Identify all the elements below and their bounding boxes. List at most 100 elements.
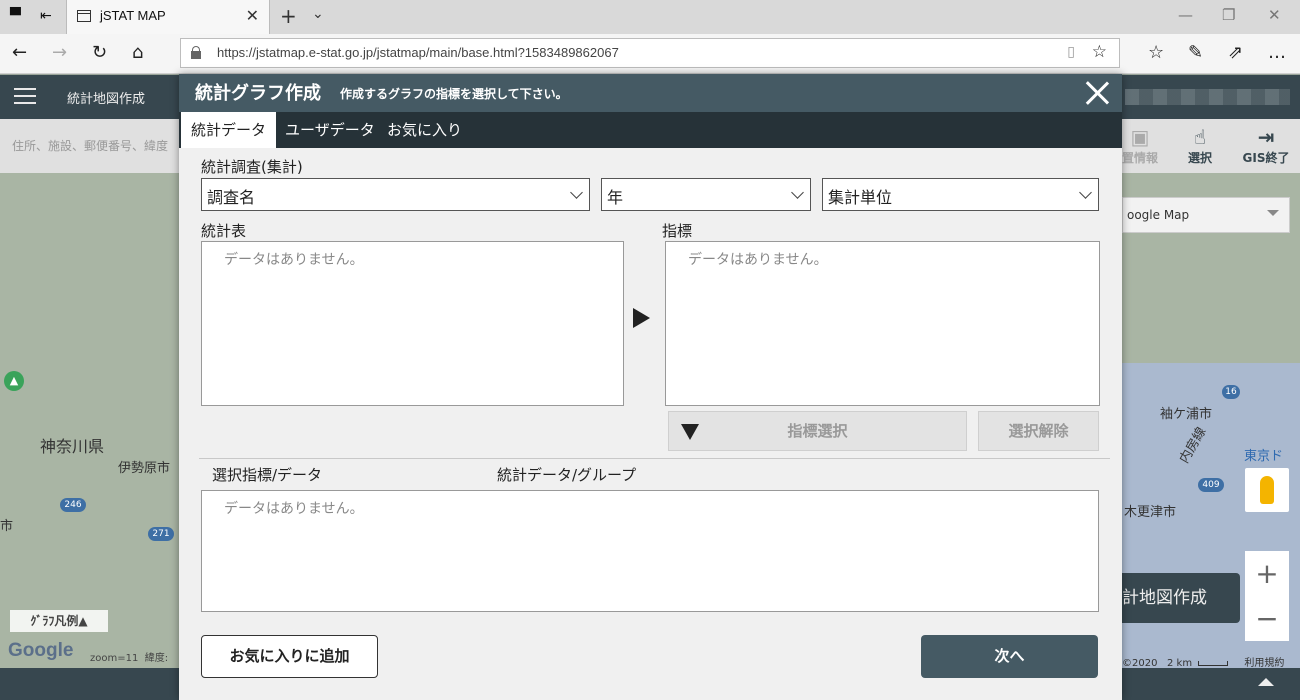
tab-statistical-data[interactable]: 統計データ xyxy=(181,112,277,148)
unit-value: 集計単位 xyxy=(828,188,893,207)
graph-legend-button[interactable]: ｸﾞﾗﾌ凡例▲ xyxy=(10,610,108,632)
map-label-isehara: 伊勢原市 xyxy=(118,461,171,476)
scale-bar xyxy=(1198,660,1229,666)
home-icon[interactable]: ⌂ xyxy=(132,42,143,63)
dialog-header: 統計グラフ作成 作成するグラフの指標を選択して下さい。 xyxy=(179,74,1122,112)
scale-text: 2 km xyxy=(1167,658,1193,668)
map-type-value: oogle Map xyxy=(1127,208,1190,222)
road-badge: 16 xyxy=(1222,385,1240,399)
forward-icon[interactable]: → xyxy=(52,42,67,63)
tab-close-icon[interactable]: ✕ xyxy=(246,6,259,25)
blurred-user-info xyxy=(1125,89,1290,105)
survey-name-select[interactable]: 調査名 xyxy=(201,178,590,211)
map-create-button[interactable]: 計地図作成 xyxy=(1122,573,1240,623)
dialog-tabs: 統計データ ユーザデータ お気に入り xyxy=(179,112,1122,148)
empty-message: データはありません。 xyxy=(224,252,364,268)
map-label-kisarazu: 木更津市 xyxy=(1124,505,1177,520)
url-text[interactable]: https://jstatmap.e-stat.go.jp/jstatmap/m… xyxy=(217,45,619,60)
favorites-icon[interactable]: ☆ xyxy=(1148,42,1164,63)
google-logo: Google xyxy=(8,640,74,661)
indicator-select-button[interactable]: 指標選択 xyxy=(668,411,967,451)
terms-link[interactable]: 利用規約 xyxy=(1244,658,1284,668)
map-label-kanagawa: 神奈川県 xyxy=(40,437,105,456)
browser-nav-bar: ← → ↻ ⌂ https://jstatmap.e-stat.go.jp/js… xyxy=(0,34,1300,74)
mountain-pin-icon[interactable]: ▲ xyxy=(4,371,24,391)
table-label: 統計表 xyxy=(201,222,247,240)
tab-actions-icon[interactable]: ▀ xyxy=(10,8,21,24)
page-favicon-icon xyxy=(77,10,91,22)
chevron-down-icon xyxy=(1079,186,1092,199)
data-group-header: 統計データ/グループ xyxy=(497,466,637,484)
pen-icon[interactable]: ✎ xyxy=(1188,42,1203,63)
map-label-city: 市 xyxy=(0,519,14,534)
zoom-control: + − xyxy=(1245,551,1289,641)
select-tool-button[interactable]: ☝ 選択 xyxy=(1172,125,1228,166)
indicator-select-label: 指標選択 xyxy=(787,422,848,440)
copyright-text: ©2020 xyxy=(1122,658,1158,668)
zoom-out-icon[interactable]: − xyxy=(1245,596,1289,641)
new-tab-icon[interactable]: + xyxy=(280,4,297,28)
add-favorite-button[interactable]: お気に入りに追加 xyxy=(201,635,378,678)
dialog-title: 統計グラフ作成 xyxy=(195,83,321,104)
empty-message: データはありません。 xyxy=(688,252,828,268)
back-icon[interactable]: ← xyxy=(12,42,27,63)
select-tool-label: 選択 xyxy=(1187,151,1212,165)
refresh-icon[interactable]: ↻ xyxy=(92,42,107,63)
favorite-star-icon[interactable]: ☆ xyxy=(1092,42,1107,62)
indicator-label: 指標 xyxy=(662,222,693,240)
search-input[interactable]: 住所、施設、郵便番号、緯度 xyxy=(0,119,180,173)
map-attribution: ©2020 2 km 利用規約 xyxy=(1122,654,1284,668)
chevron-down-icon xyxy=(791,186,804,199)
year-select[interactable]: 年 xyxy=(601,178,811,211)
exit-icon: ⇥ xyxy=(1257,125,1275,149)
window-close-icon[interactable]: ✕ xyxy=(1268,6,1281,24)
set-aside-tabs-icon[interactable]: ⇤ xyxy=(40,8,52,24)
survey-label: 統計調査(集計) xyxy=(201,158,303,176)
more-icon[interactable]: … xyxy=(1268,42,1286,63)
road-badge: 246 xyxy=(60,498,86,512)
location-tool-label: 置情報 xyxy=(1121,151,1158,165)
survey-name-value: 調査名 xyxy=(207,188,256,207)
indicator-list[interactable]: データはありません。 xyxy=(665,241,1100,406)
hand-pointer-icon: ☝ xyxy=(1193,125,1207,149)
unit-select[interactable]: 集計単位 xyxy=(822,178,1099,211)
selected-indicator-header: 選択指標/データ xyxy=(212,466,323,484)
arrow-down-icon xyxy=(681,424,699,440)
address-bar[interactable]: https://jstatmap.e-stat.go.jp/jstatmap/m… xyxy=(180,38,1120,68)
gis-exit-label: GIS終了 xyxy=(1242,151,1290,165)
road-badge: 271 xyxy=(148,527,174,541)
street-view-pegman-icon[interactable] xyxy=(1245,468,1289,512)
chevron-down-icon xyxy=(570,186,583,199)
tab-list-chevron-icon[interactable]: ⌄ xyxy=(312,6,324,22)
gis-exit-button[interactable]: ⇥ GIS終了 xyxy=(1238,125,1294,166)
latlng-text: 緯度: xyxy=(144,653,169,664)
zoom-level: zoom=11 緯度: xyxy=(90,649,168,664)
hamburger-menu-icon[interactable] xyxy=(14,88,36,104)
deselect-button[interactable]: 選択解除 xyxy=(978,411,1099,451)
empty-message: データはありません。 xyxy=(224,501,364,517)
search-placeholder: 住所、施設、郵便番号、緯度 xyxy=(12,139,169,153)
next-button[interactable]: 次へ xyxy=(921,635,1098,678)
reading-view-icon[interactable]: ▯ xyxy=(1067,44,1075,60)
map-label-tokyo: 東京ド xyxy=(1244,449,1284,464)
browser-tab[interactable]: jSTAT MAP ✕ xyxy=(66,0,270,34)
zoom-in-icon[interactable]: + xyxy=(1245,551,1289,596)
road-badge: 409 xyxy=(1198,478,1224,492)
zoom-text: zoom=11 xyxy=(90,653,139,664)
divider xyxy=(199,458,1110,459)
tab-favorites[interactable]: お気に入り xyxy=(377,112,472,148)
close-icon[interactable] xyxy=(1084,80,1110,106)
map-type-dropdown[interactable]: oogle Map xyxy=(1122,197,1290,233)
tab-user-data[interactable]: ユーザデータ xyxy=(275,112,385,148)
restore-icon[interactable]: ❐ xyxy=(1222,6,1235,24)
year-value: 年 xyxy=(607,188,624,207)
table-list[interactable]: データはありません。 xyxy=(201,241,624,406)
share-icon[interactable]: ⇗ xyxy=(1228,42,1243,63)
menu-title[interactable]: 統計地図作成 xyxy=(67,88,145,107)
map-label-sodegaura: 袖ケ浦市 xyxy=(1160,407,1213,422)
move-right-icon[interactable] xyxy=(633,308,650,328)
expand-up-icon[interactable] xyxy=(1258,678,1274,686)
tab-title: jSTAT MAP xyxy=(100,8,166,23)
minimize-icon[interactable]: — xyxy=(1178,6,1193,24)
selected-list[interactable]: データはありません。 xyxy=(201,490,1099,612)
